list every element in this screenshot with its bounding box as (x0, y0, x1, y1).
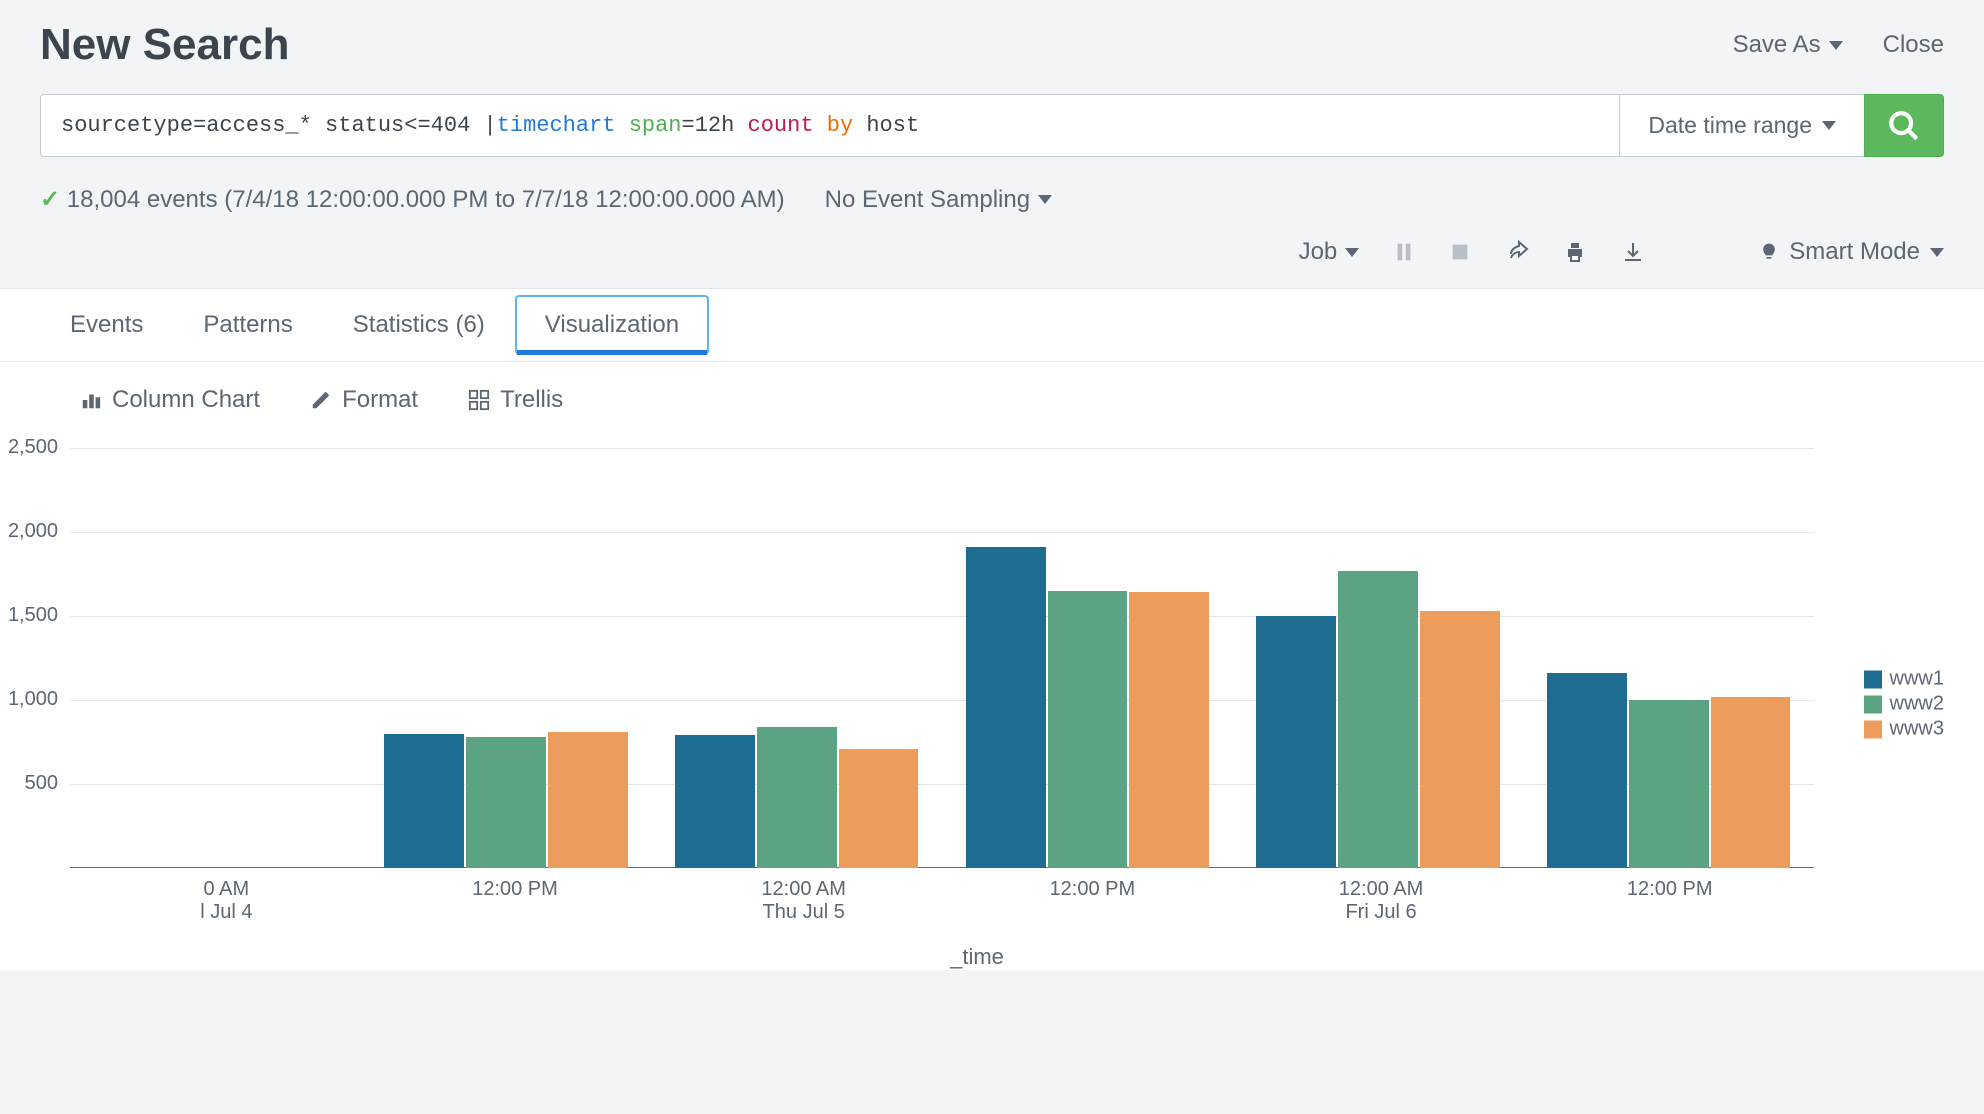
tab-patterns[interactable]: Patterns (173, 289, 322, 361)
tab-visualization[interactable]: Visualization (515, 295, 709, 355)
bar[interactable] (839, 749, 919, 868)
x-axis: 0 AMl Jul 412:00 PM12:00 AMThu Jul 512:0… (82, 868, 1814, 924)
chevron-down-icon (1930, 248, 1944, 257)
x-axis-label: _time (10, 944, 1944, 970)
x-tick: 12:00 AMThu Jul 5 (659, 868, 948, 924)
event-sampling-button[interactable]: No Event Sampling (825, 186, 1052, 214)
chevron-down-icon (1829, 41, 1843, 50)
bar-group (364, 448, 649, 868)
search-input[interactable]: sourcetype=access_* status<=404 |timecha… (40, 94, 1619, 157)
close-button[interactable]: Close (1883, 31, 1944, 59)
x-tick: 12:00 PM (371, 868, 660, 924)
check-icon: ✓ (40, 186, 60, 213)
legend-label: www1 (1890, 668, 1944, 691)
chevron-down-icon (1822, 121, 1836, 130)
tab-statistics[interactable]: Statistics (6) (323, 289, 515, 361)
chevron-down-icon (1038, 195, 1052, 204)
chart-type-button[interactable]: Column Chart (80, 386, 260, 414)
bar-chart-icon (80, 389, 102, 411)
legend-item[interactable]: www2 (1864, 693, 1944, 716)
y-tick: 2,000 (8, 520, 58, 543)
pencil-icon (310, 389, 332, 411)
x-tick: 0 AMl Jul 4 (82, 868, 371, 924)
job-button[interactable]: Job (1299, 238, 1360, 266)
time-range-button[interactable]: Date time range (1619, 94, 1864, 157)
print-icon[interactable] (1563, 240, 1587, 264)
bar-group (73, 448, 358, 868)
y-tick: 1,000 (8, 688, 58, 711)
legend-item[interactable]: www1 (1864, 668, 1944, 691)
trellis-icon (468, 389, 490, 411)
bar[interactable] (466, 737, 546, 868)
viz-toolbar: Column Chart Format Trellis (0, 362, 1984, 438)
bar[interactable] (675, 735, 755, 868)
tab-events[interactable]: Events (40, 289, 173, 361)
events-status: ✓ 18,004 events (7/4/18 12:00:00.000 PM … (40, 185, 785, 214)
bar[interactable] (1129, 592, 1209, 868)
bar-group (1526, 448, 1811, 868)
chart: 2,5002,0001,5001,000500 0 AMl Jul 412:00… (0, 438, 1984, 970)
bar[interactable] (1338, 571, 1418, 868)
smart-mode-button[interactable]: Smart Mode (1759, 238, 1944, 266)
y-axis: 2,5002,0001,5001,000500 (10, 448, 70, 868)
y-tick: 2,500 (8, 436, 58, 459)
legend-swatch (1864, 695, 1882, 713)
bar[interactable] (966, 547, 1046, 868)
lightbulb-icon (1759, 240, 1779, 264)
bar[interactable] (1547, 673, 1627, 868)
x-tick: 12:00 AMFri Jul 6 (1237, 868, 1526, 924)
bar[interactable] (1420, 611, 1500, 868)
share-icon[interactable] (1505, 240, 1529, 264)
legend-swatch (1864, 670, 1882, 688)
search-icon (1887, 109, 1921, 143)
legend-swatch (1864, 720, 1882, 738)
plot-region (70, 448, 1814, 868)
search-submit-button[interactable] (1864, 94, 1944, 157)
bar[interactable] (1048, 591, 1128, 868)
bar-group (945, 448, 1230, 868)
bar-group (654, 448, 939, 868)
y-tick: 1,500 (8, 604, 58, 627)
download-icon[interactable] (1621, 240, 1645, 264)
legend-label: www3 (1890, 718, 1944, 741)
tabs: Events Patterns Statistics (6) Visualiza… (0, 288, 1984, 362)
y-tick: 500 (25, 772, 58, 795)
page-title: New Search (40, 20, 289, 70)
legend-item[interactable]: www3 (1864, 718, 1944, 741)
bar[interactable] (1256, 616, 1336, 868)
pause-icon[interactable] (1393, 241, 1415, 263)
save-as-button[interactable]: Save As (1733, 31, 1843, 59)
chevron-down-icon (1345, 248, 1359, 257)
bar[interactable] (757, 727, 837, 868)
legend: www1www2www3 (1864, 666, 1944, 743)
legend-label: www2 (1890, 693, 1944, 716)
bar[interactable] (1711, 697, 1791, 868)
x-tick: 12:00 PM (948, 868, 1237, 924)
bar[interactable] (548, 732, 628, 868)
bar-group (1236, 448, 1521, 868)
x-tick: 12:00 PM (1525, 868, 1814, 924)
bar[interactable] (1629, 700, 1709, 868)
format-button[interactable]: Format (310, 386, 418, 414)
trellis-button[interactable]: Trellis (468, 386, 563, 414)
stop-icon[interactable] (1449, 241, 1471, 263)
bar[interactable] (384, 734, 464, 868)
